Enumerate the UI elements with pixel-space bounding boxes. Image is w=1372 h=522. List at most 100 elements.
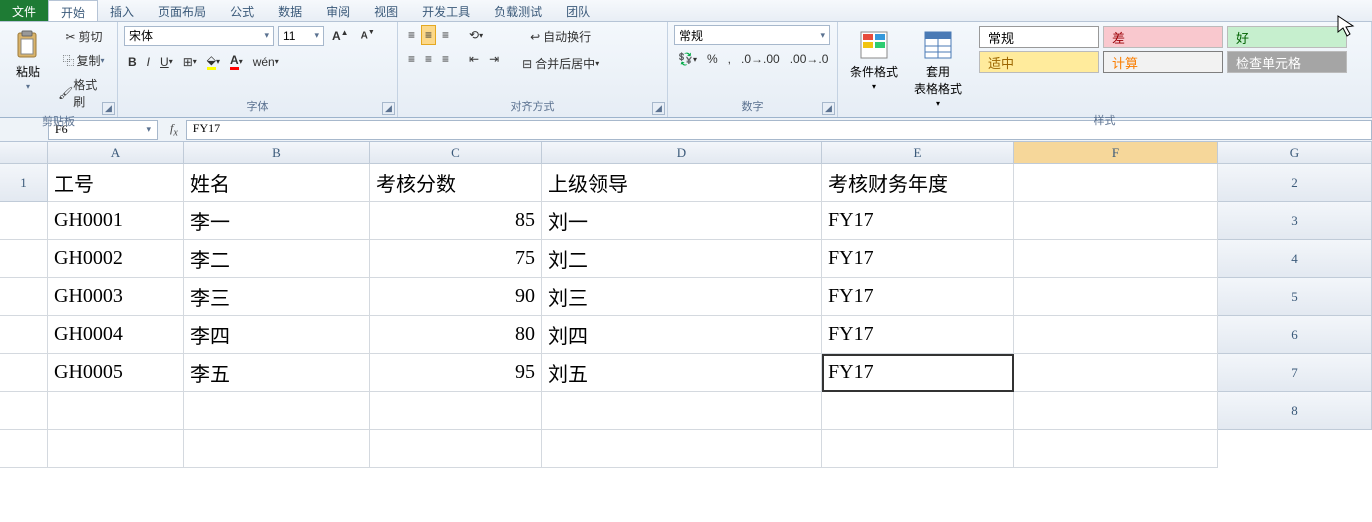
cell-G4[interactable] [1014, 278, 1218, 316]
cell-B2[interactable]: GH0001 [48, 202, 184, 240]
fill-color-button[interactable]: ⬙▾ [203, 50, 224, 73]
cell-A4[interactable] [0, 278, 48, 316]
cell-G7[interactable] [1014, 392, 1218, 430]
cell-F1[interactable] [1014, 164, 1218, 202]
cell-E1[interactable]: 考核财务年度 [822, 164, 1014, 202]
align-middle-button[interactable]: ≡ [421, 25, 436, 45]
cell-E4[interactable]: 刘三 [542, 278, 822, 316]
cell-D4[interactable]: 90 [370, 278, 542, 316]
cell-B8[interactable] [48, 430, 184, 468]
cell-C6[interactable]: 李五 [184, 354, 370, 392]
cell-C1[interactable]: 考核分数 [370, 164, 542, 202]
grow-font-button[interactable]: A▲ [328, 25, 353, 46]
row-header-6[interactable]: 6 [1218, 316, 1372, 354]
number-dialog-launcher[interactable]: ◢ [822, 102, 835, 115]
row-header-1[interactable]: 1 [0, 164, 48, 202]
cell-A1[interactable]: 工号 [48, 164, 184, 202]
cell-D8[interactable] [370, 430, 542, 468]
fx-icon[interactable]: fx [162, 121, 186, 138]
menu-tab-team[interactable]: 团队 [554, 0, 602, 21]
merge-center-button[interactable]: ⊟合并后居中▾ [515, 52, 603, 75]
cell-C8[interactable] [184, 430, 370, 468]
cell-E2[interactable]: 刘一 [542, 202, 822, 240]
col-header-G[interactable]: G [1218, 142, 1372, 164]
menu-tab-insert[interactable]: 插入 [98, 0, 146, 21]
cell-B4[interactable]: GH0003 [48, 278, 184, 316]
menu-tab-loadtest[interactable]: 负载测试 [482, 0, 554, 21]
cell-style-bad[interactable]: 差 [1103, 26, 1223, 48]
menu-tab-home[interactable]: 开始 [48, 0, 98, 21]
cell-B3[interactable]: GH0002 [48, 240, 184, 278]
shrink-font-button[interactable]: A▼ [357, 26, 379, 44]
cell-style-normal[interactable]: 常规 [979, 26, 1099, 48]
col-header-A[interactable]: A [48, 142, 184, 164]
increase-decimal-button[interactable]: .0→.00 [737, 49, 784, 69]
format-as-table-button[interactable]: 套用 表格格式▾ [908, 25, 968, 112]
cell-style-calc[interactable]: 计算 [1103, 51, 1223, 73]
cell-D7[interactable] [370, 392, 542, 430]
cell-A2[interactable] [0, 202, 48, 240]
col-header-D[interactable]: D [542, 142, 822, 164]
row-header-4[interactable]: 4 [1218, 240, 1372, 278]
cell-E7[interactable] [542, 392, 822, 430]
cell-F4[interactable]: FY17 [822, 278, 1014, 316]
cell-A7[interactable] [0, 392, 48, 430]
wrap-text-button[interactable]: ↩自动换行 [515, 25, 603, 48]
cell-G6[interactable] [1014, 354, 1218, 392]
accounting-format-button[interactable]: 💱▾ [674, 49, 701, 69]
cell-B6[interactable]: GH0005 [48, 354, 184, 392]
menu-tab-review[interactable]: 审阅 [314, 0, 362, 21]
cell-F2[interactable]: FY17 [822, 202, 1014, 240]
menu-tab-data[interactable]: 数据 [266, 0, 314, 21]
cell-B1[interactable]: 姓名 [184, 164, 370, 202]
menu-tab-formulas[interactable]: 公式 [218, 0, 266, 21]
align-right-button[interactable]: ≡ [438, 49, 453, 69]
cell-A6[interactable] [0, 354, 48, 392]
align-dialog-launcher[interactable]: ◢ [652, 102, 665, 115]
cell-A8[interactable] [0, 430, 48, 468]
copy-button[interactable]: ⿻复制▾ [54, 49, 111, 72]
font-size-select[interactable]: 11▾ [278, 26, 324, 46]
cell-G2[interactable] [1014, 202, 1218, 240]
paste-button[interactable]: 粘贴 ▾ [6, 25, 50, 95]
select-all-corner[interactable] [0, 142, 48, 164]
decrease-decimal-button[interactable]: .00→.0 [786, 49, 833, 69]
row-header-2[interactable]: 2 [1218, 164, 1372, 202]
cell-E8[interactable] [542, 430, 822, 468]
clipboard-dialog-launcher[interactable]: ◢ [102, 102, 115, 115]
menu-tab-pagelayout[interactable]: 页面布局 [146, 0, 218, 21]
cell-F6[interactable]: FY17 [822, 354, 1014, 392]
italic-button[interactable]: I [143, 52, 154, 72]
spreadsheet-grid[interactable]: ABCDEFG1工号姓名考核分数上级领导考核财务年度2GH0001李一85刘一F… [0, 142, 1372, 468]
cell-A3[interactable] [0, 240, 48, 278]
cell-G5[interactable] [1014, 316, 1218, 354]
cell-D1[interactable]: 上级领导 [542, 164, 822, 202]
font-dialog-launcher[interactable]: ◢ [382, 102, 395, 115]
col-header-F[interactable]: F [1014, 142, 1218, 164]
cell-C2[interactable]: 李一 [184, 202, 370, 240]
align-top-button[interactable]: ≡ [404, 25, 419, 45]
cell-C4[interactable]: 李三 [184, 278, 370, 316]
row-header-5[interactable]: 5 [1218, 278, 1372, 316]
font-color-button[interactable]: A▾ [226, 50, 247, 73]
bold-button[interactable]: B [124, 52, 141, 72]
cell-G8[interactable] [1014, 430, 1218, 468]
cell-F8[interactable] [822, 430, 1014, 468]
conditional-format-button[interactable]: 条件格式▾ [844, 25, 904, 95]
cell-G3[interactable] [1014, 240, 1218, 278]
cell-F3[interactable]: FY17 [822, 240, 1014, 278]
cell-C3[interactable]: 李二 [184, 240, 370, 278]
underline-button[interactable]: U▾ [156, 52, 177, 72]
cut-button[interactable]: ✂剪切 [54, 25, 111, 48]
cell-A5[interactable] [0, 316, 48, 354]
row-header-3[interactable]: 3 [1218, 202, 1372, 240]
cell-D5[interactable]: 80 [370, 316, 542, 354]
cell-F5[interactable]: FY17 [822, 316, 1014, 354]
indent-decrease-button[interactable]: ⇤ [465, 49, 483, 69]
col-header-B[interactable]: B [184, 142, 370, 164]
cell-D6[interactable]: 95 [370, 354, 542, 392]
cell-style-good[interactable]: 好 [1227, 26, 1347, 48]
cell-E5[interactable]: 刘四 [542, 316, 822, 354]
col-header-C[interactable]: C [370, 142, 542, 164]
align-bottom-button[interactable]: ≡ [438, 25, 453, 45]
